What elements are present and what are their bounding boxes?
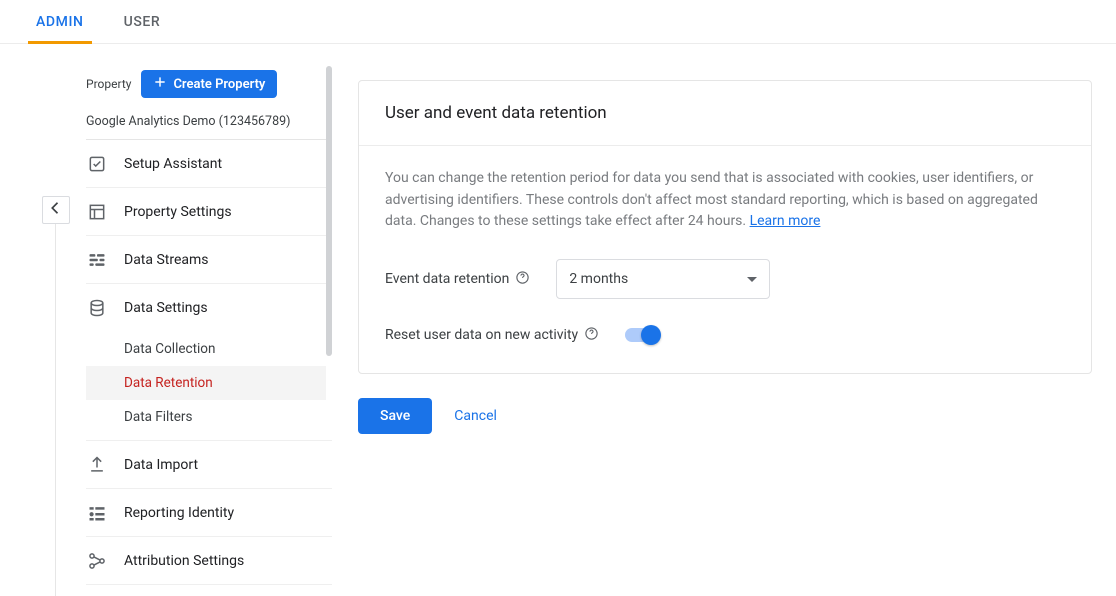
identity-icon	[86, 503, 108, 523]
sidebar-item-data-settings[interactable]: Data Settings	[86, 284, 332, 332]
upload-icon	[86, 455, 108, 475]
help-icon[interactable]	[515, 270, 530, 289]
sidebar-sub-data-filters[interactable]: Data Filters	[86, 400, 332, 434]
reset-activity-label: Reset user data on new activity	[385, 327, 578, 343]
event-retention-label: Event data retention	[385, 271, 509, 287]
reset-activity-row: Reset user data on new activity	[385, 325, 1065, 345]
description-text: You can change the retention period for …	[385, 168, 1065, 233]
streams-icon	[86, 250, 108, 270]
property-name[interactable]: Google Analytics Demo (123456789)	[86, 114, 332, 140]
sidebar: Property Create Property Google Analytic…	[86, 44, 332, 596]
sidebar-item-property-settings[interactable]: Property Settings	[86, 188, 332, 236]
learn-more-link[interactable]: Learn more	[750, 213, 821, 229]
sidebar-item-data-import[interactable]: Data Import	[86, 441, 332, 489]
save-button[interactable]: Save	[358, 398, 432, 434]
database-icon	[86, 298, 108, 318]
sidebar-sub-data-retention[interactable]: Data Retention	[86, 366, 326, 400]
back-button[interactable]	[42, 196, 70, 224]
sidebar-item-label: Data Streams	[124, 252, 209, 268]
sidebar-sub-data-collection[interactable]: Data Collection	[86, 332, 332, 366]
attribution-icon	[86, 551, 108, 571]
page-title: User and event data retention	[359, 81, 1091, 146]
main-content: User and event data retention You can ch…	[332, 44, 1116, 596]
layout-icon	[86, 202, 108, 222]
form-actions: Save Cancel	[358, 398, 1092, 434]
sidebar-item-label: Data Settings	[124, 300, 208, 316]
plus-icon	[153, 75, 167, 93]
sidebar-item-attribution-settings[interactable]: Attribution Settings	[86, 537, 332, 585]
sidebar-item-label: Data Import	[124, 457, 198, 473]
sidebar-item-setup-assistant[interactable]: Setup Assistant	[86, 140, 332, 188]
sidebar-item-label: Attribution Settings	[124, 553, 244, 569]
toggle-thumb	[641, 325, 661, 345]
description-body: You can change the retention period for …	[385, 170, 1038, 229]
arrow-left-icon	[47, 199, 65, 221]
cancel-button[interactable]: Cancel	[454, 408, 497, 424]
sidebar-item-label: Property Settings	[124, 204, 232, 220]
chevron-down-icon	[747, 277, 757, 282]
sidebar-item-label: Setup Assistant	[124, 156, 222, 172]
tab-admin[interactable]: ADMIN	[36, 0, 84, 43]
scrollbar[interactable]	[326, 66, 332, 356]
top-tabs: ADMIN USER	[0, 0, 1116, 44]
event-retention-row: Event data retention 2 months	[385, 259, 1065, 299]
retention-card: User and event data retention You can ch…	[358, 80, 1092, 374]
reset-activity-toggle[interactable]	[625, 325, 661, 345]
sidebar-item-data-streams[interactable]: Data Streams	[86, 236, 332, 284]
help-icon[interactable]	[584, 326, 599, 345]
sidebar-item-reporting-identity[interactable]: Reporting Identity	[86, 489, 332, 537]
sidebar-item-label: Reporting Identity	[124, 505, 234, 521]
tab-user[interactable]: USER	[124, 0, 161, 43]
sidebar-divider-line	[55, 224, 56, 596]
select-value: 2 months	[569, 271, 628, 287]
event-retention-select[interactable]: 2 months	[556, 259, 770, 299]
create-property-button[interactable]: Create Property	[141, 70, 277, 98]
property-heading: Property	[86, 77, 131, 91]
create-property-label: Create Property	[173, 77, 265, 92]
checklist-icon	[86, 154, 108, 174]
data-settings-subnav: Data Collection Data Retention Data Filt…	[86, 332, 332, 441]
